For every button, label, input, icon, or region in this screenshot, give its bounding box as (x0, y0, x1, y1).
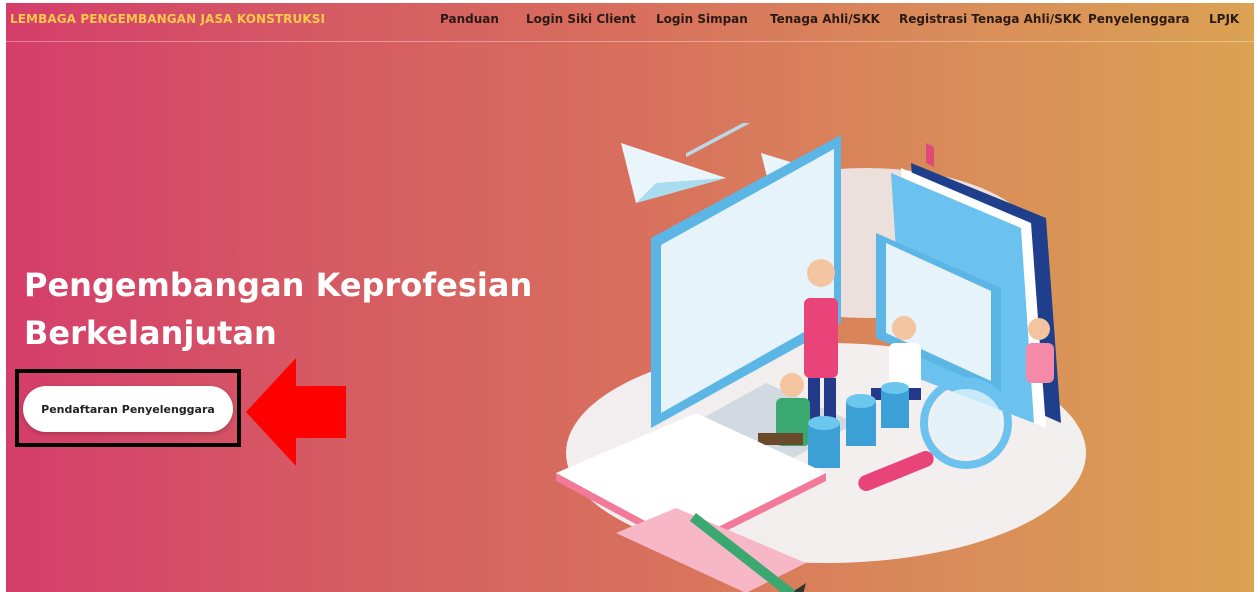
nav-login-simpan[interactable]: Login Simpan (656, 12, 748, 26)
hero-title-line-1: Pengembangan Keprofesian (24, 266, 533, 304)
hero-section: LEMBAGA PENGEMBANGAN JASA KONSTRUKSI Pan… (6, 3, 1254, 592)
nav-login-siki-client[interactable]: Login Siki Client (526, 12, 636, 26)
hero-title-line-2: Berkelanjutan (24, 314, 277, 352)
brand-logo-text[interactable]: LEMBAGA PENGEMBANGAN JASA KONSTRUKSI (10, 12, 325, 26)
hero-title: Pengembangan Keprofesian Berkelanjutan (24, 261, 544, 357)
top-navbar: LEMBAGA PENGEMBANGAN JASA KONSTRUKSI Pan… (6, 3, 1254, 42)
nav-tenaga-ahli-skk[interactable]: Tenaga Ahli/SKK (770, 12, 880, 26)
nav-panduan[interactable]: Panduan (440, 12, 499, 26)
e-learning-illustration (556, 123, 1086, 592)
left-arrow-icon (246, 358, 346, 466)
nav-lpjk[interactable]: LPJK (1209, 12, 1239, 26)
pendaftaran-penyelenggara-button[interactable]: Pendaftaran Penyelenggara (23, 386, 233, 432)
nav-registrasi-tenaga-ahli[interactable]: Registrasi Tenaga Ahli/SKK (899, 12, 1081, 26)
nav-penyelenggara[interactable]: Penyelenggara (1088, 12, 1190, 26)
